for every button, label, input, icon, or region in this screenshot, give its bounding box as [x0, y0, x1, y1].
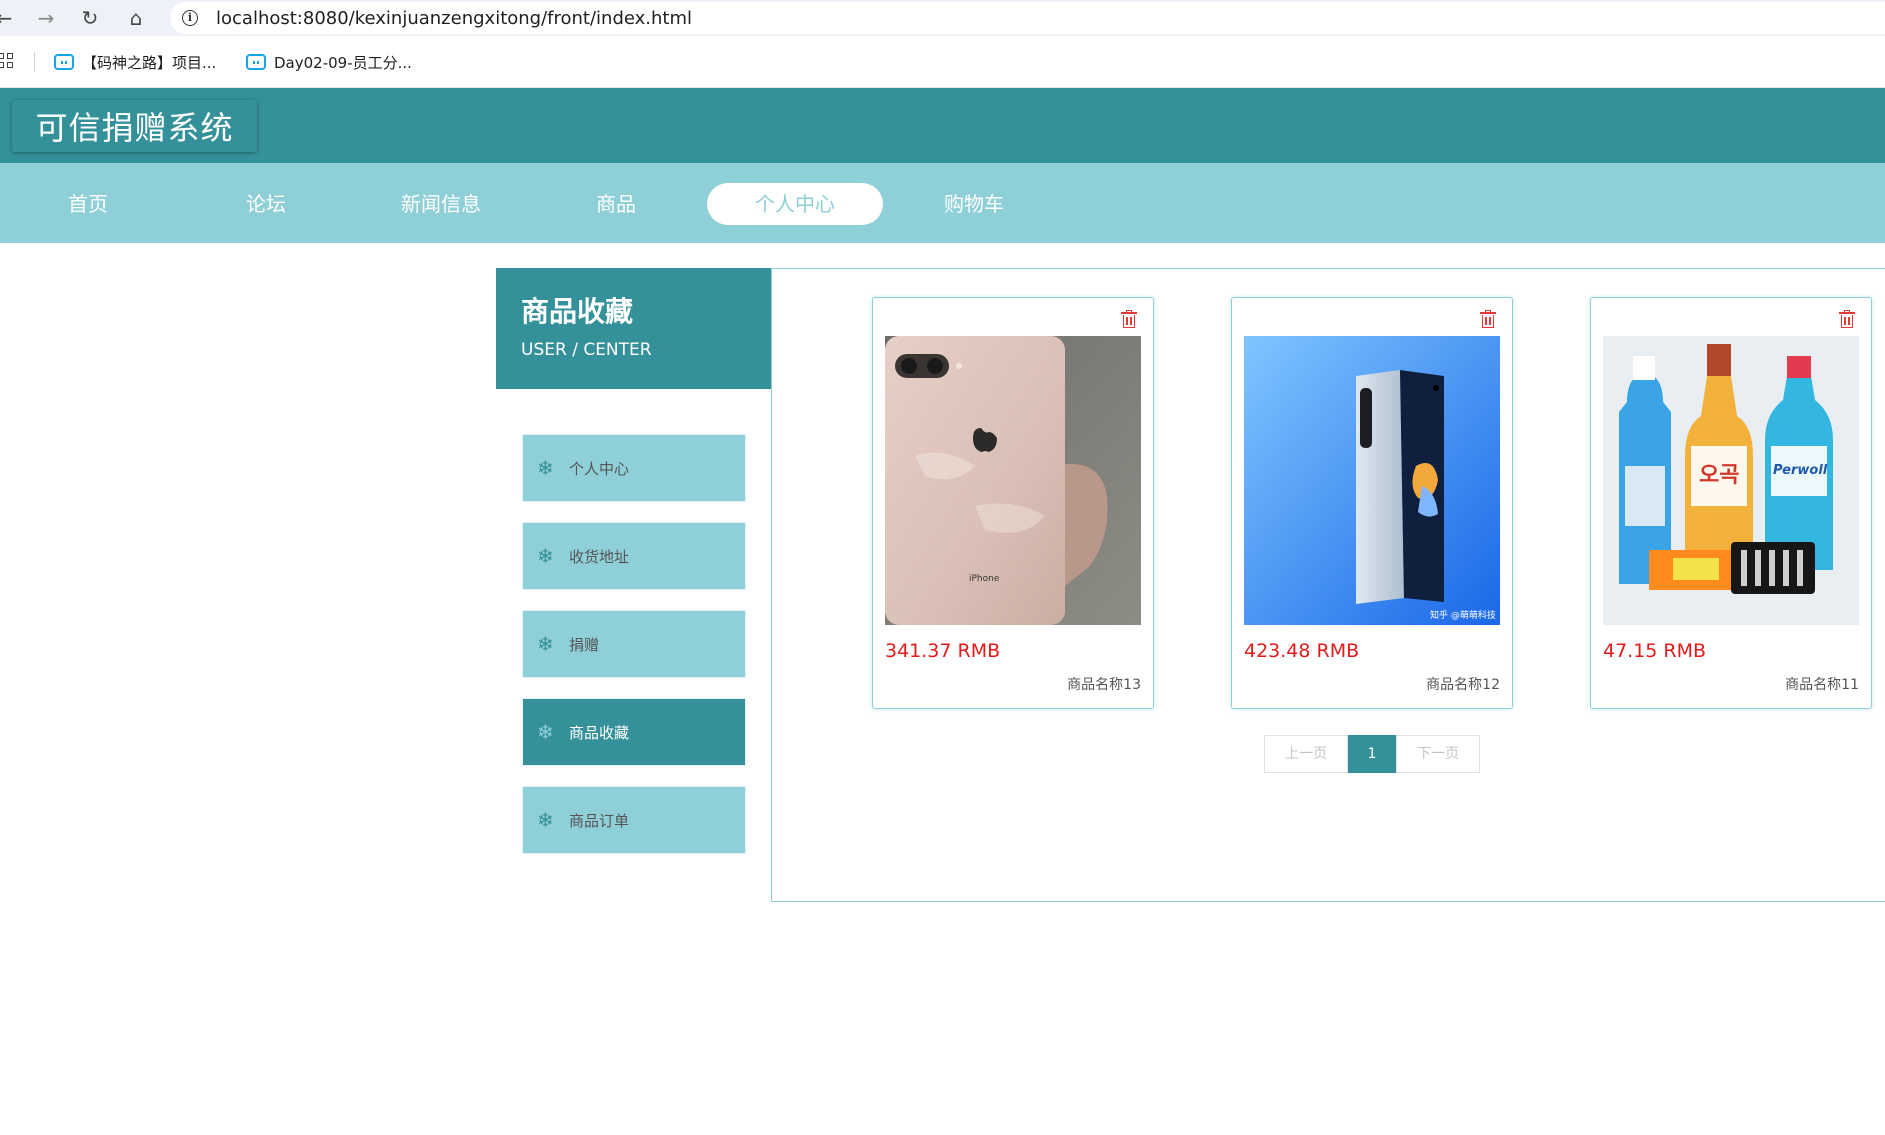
product-card[interactable]: iPhone 341.37 RMB 商品名称13	[872, 297, 1154, 709]
site-logo-text: 可信捐赠系统	[35, 109, 234, 147]
sidebar-item-personal-center[interactable]: ❄ 个人中心	[522, 434, 746, 502]
nav-personal-center[interactable]: 个人中心	[707, 183, 883, 225]
product-price: 47.15 RMB	[1603, 640, 1707, 662]
product-name[interactable]: 商品名称13	[1067, 674, 1141, 694]
nav-cart[interactable]: 购物车	[886, 183, 1062, 225]
prev-page-button[interactable]: 上一页	[1264, 735, 1348, 773]
trash-icon[interactable]	[1839, 310, 1855, 328]
reload-icon[interactable]: ↻	[76, 4, 104, 32]
svg-text:오곡: 오곡	[1699, 463, 1739, 488]
url-text[interactable]: localhost:8080/kexinjuanzengxitong/front…	[216, 8, 692, 29]
snowflake-icon: ❄	[537, 808, 554, 832]
product-name[interactable]: 商品名称12	[1426, 674, 1500, 694]
bilibili-icon	[54, 54, 74, 70]
back-icon[interactable]: ←	[0, 4, 18, 32]
home-icon[interactable]: ⌂	[122, 4, 150, 32]
nav-news[interactable]: 新闻信息	[353, 183, 529, 225]
forward-icon[interactable]: →	[32, 4, 60, 32]
address-bar[interactable]: i localhost:8080/kexinjuanzengxitong/fro…	[170, 2, 1885, 34]
sidebar-item-label: 个人中心	[569, 459, 630, 478]
sidebar-item-address[interactable]: ❄ 收货地址	[522, 522, 746, 590]
sidebar-title: 商品收藏	[521, 295, 634, 328]
image-watermark: 知乎 @萌萌科技	[1430, 609, 1496, 621]
product-price: 423.48 RMB	[1244, 640, 1360, 662]
product-card[interactable]: 知乎 @萌萌科技 423.48 RMB 商品名称12	[1231, 297, 1513, 709]
bookmark-label: Day02-09-员工分...	[274, 53, 412, 72]
svg-text:Perwoll: Perwoll	[1773, 463, 1828, 478]
browser-toolbar: ← → ↻ ⌂ i localhost:8080/kexinjuanzengxi…	[0, 0, 1885, 36]
nav-forum[interactable]: 论坛	[178, 183, 354, 225]
sidebar-item-label: 商品订单	[569, 811, 630, 830]
sidebar-item-label: 收货地址	[569, 547, 630, 566]
nav-products[interactable]: 商品	[528, 183, 704, 225]
sidebar-subtitle: USER / CENTER	[521, 340, 652, 360]
product-name[interactable]: 商品名称11	[1785, 674, 1859, 694]
site-header: 可信捐赠系统	[0, 88, 1885, 163]
sidebar-item-label: 捐赠	[569, 635, 600, 654]
bookmark-label: 【码神之路】项目...	[82, 53, 217, 72]
bookmark-item[interactable]: Day02-09-员工分...	[246, 50, 412, 74]
product-image[interactable]: iPhone	[885, 336, 1141, 625]
apps-grid-icon[interactable]	[0, 53, 16, 69]
sidebar-item-label: 商品收藏	[569, 723, 630, 742]
snowflake-icon: ❄	[537, 632, 554, 656]
bookmark-separator	[34, 52, 35, 72]
trash-icon[interactable]	[1121, 310, 1137, 328]
product-price: 341.37 RMB	[885, 640, 1001, 662]
snowflake-icon: ❄	[537, 456, 554, 480]
bookmarks-bar: 【码神之路】项目... Day02-09-员工分...	[0, 36, 1885, 88]
sidebar-item-orders[interactable]: ❄ 商品订单	[522, 786, 746, 854]
sidebar-header: 商品收藏 USER / CENTER	[496, 268, 771, 389]
product-card[interactable]: 오곡 Perwoll 47.15 RMB 商品名称11	[1590, 297, 1872, 709]
main-nav: 首页 论坛 新闻信息 商品 个人中心 购物车	[0, 163, 1885, 243]
nav-home[interactable]: 首页	[0, 183, 176, 225]
pagination: 上一页 1 下一页	[1264, 735, 1480, 773]
snowflake-icon: ❄	[537, 544, 554, 568]
next-page-button[interactable]: 下一页	[1396, 735, 1480, 773]
snowflake-icon: ❄	[537, 720, 554, 744]
sidebar-item-favorites[interactable]: ❄ 商品收藏	[522, 698, 746, 766]
product-image[interactable]: 知乎 @萌萌科技	[1244, 336, 1500, 625]
product-image[interactable]: 오곡 Perwoll	[1603, 336, 1859, 625]
trash-icon[interactable]	[1480, 310, 1496, 328]
bilibili-icon	[246, 54, 266, 70]
sidebar-item-donation[interactable]: ❄ 捐赠	[522, 610, 746, 678]
bookmark-item[interactable]: 【码神之路】项目...	[54, 50, 216, 74]
site-logo[interactable]: 可信捐赠系统	[12, 100, 257, 152]
page-number-button[interactable]: 1	[1348, 735, 1396, 773]
site-info-icon[interactable]: i	[182, 10, 198, 26]
svg-text:iPhone: iPhone	[969, 574, 1000, 584]
